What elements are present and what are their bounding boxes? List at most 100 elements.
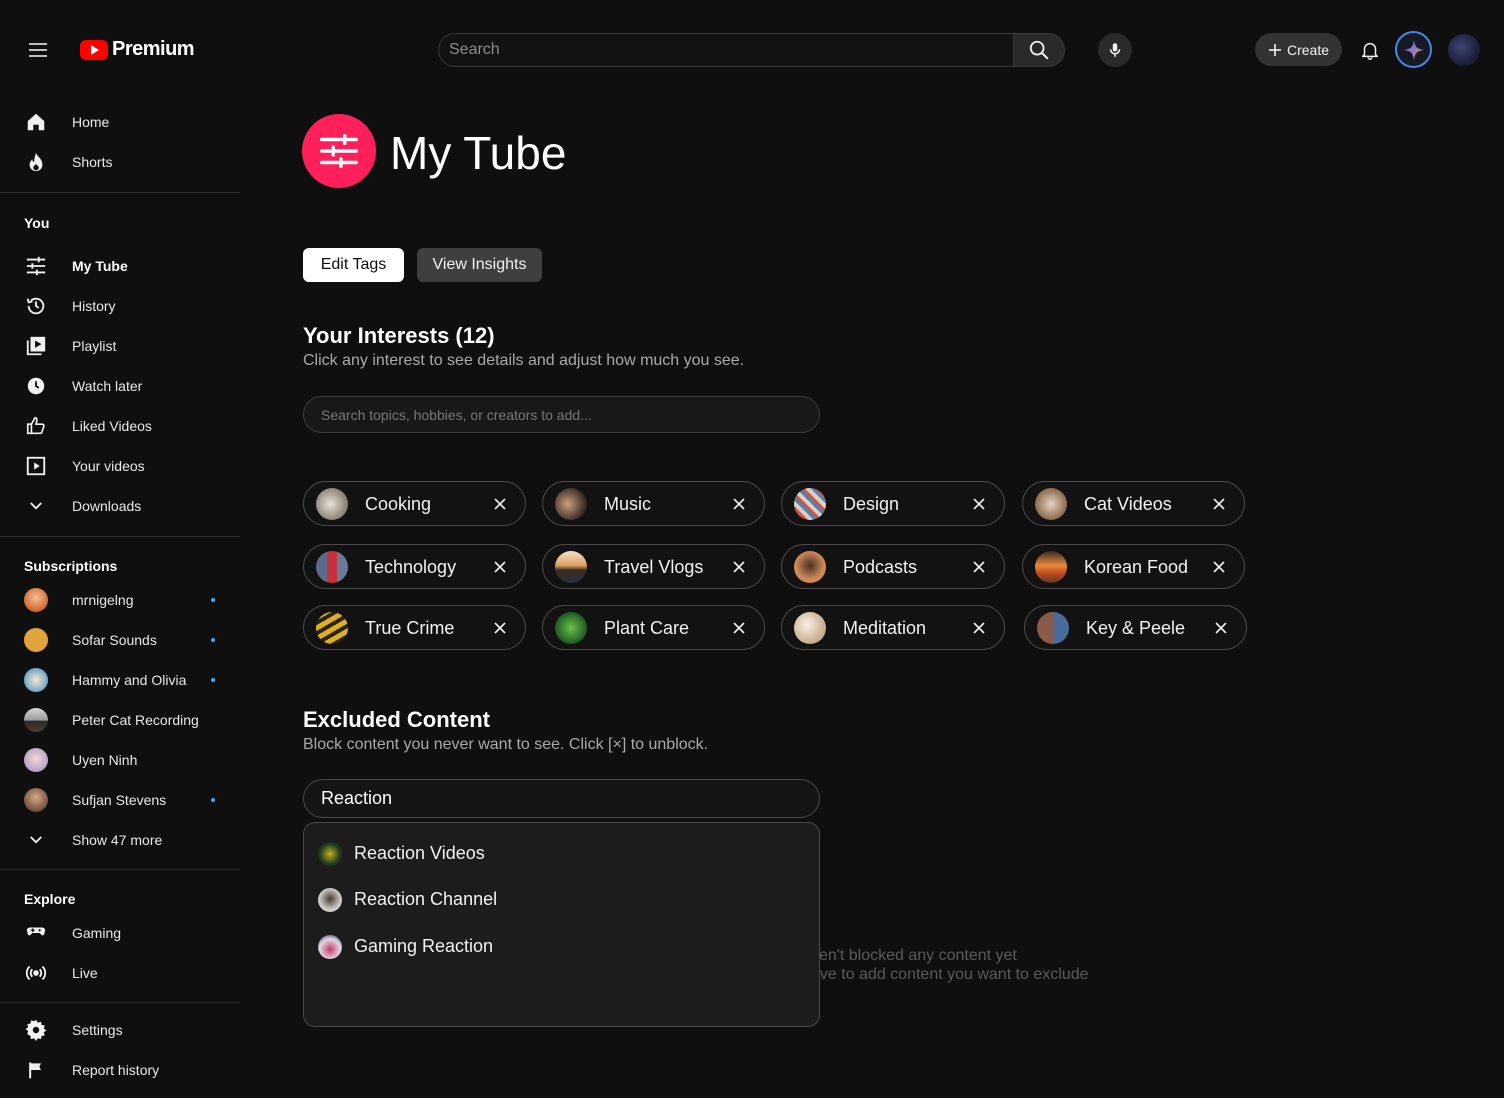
subscription-sofar-sounds[interactable]: Sofar Sounds	[0, 620, 240, 660]
subscription-label: Hammy and Olivia	[72, 672, 187, 688]
close-icon[interactable]	[491, 619, 509, 637]
gamepad-icon	[24, 921, 48, 945]
voice-search-button[interactable]	[1098, 33, 1132, 67]
interest-chip-key-and-peele[interactable]: Key & Peele	[1024, 605, 1247, 650]
sidebar-divider	[0, 536, 240, 537]
subscription-label: Peter Cat Recording	[72, 712, 199, 728]
subscription-sufjan-stevens[interactable]: Sufjan Stevens	[0, 780, 240, 820]
sidebar-item-live[interactable]: Live	[0, 953, 240, 993]
close-icon[interactable]	[1210, 495, 1228, 513]
home-icon	[24, 110, 48, 134]
suggestion-item[interactable]: Reaction Videos	[304, 832, 819, 876]
sidebar-item-your-videos[interactable]: Your videos	[0, 446, 240, 486]
flag-icon	[24, 1058, 48, 1082]
subscription-hammy-and-olivia[interactable]: Hammy and Olivia	[0, 660, 240, 700]
suggestion-item[interactable]: Gaming Reaction	[304, 925, 819, 969]
gemini-button[interactable]	[1395, 31, 1432, 68]
subscription-uyen-ninh[interactable]: Uyen Ninh	[0, 740, 240, 780]
sidebar-item-label: Settings	[72, 1022, 123, 1038]
close-icon[interactable]	[491, 558, 509, 576]
interest-label: Meditation	[843, 618, 927, 638]
interest-label: Design	[843, 494, 900, 514]
interest-chip-meditation[interactable]: Meditation	[781, 605, 1005, 650]
sidebar: Home Shorts You My Tube History Playlist…	[0, 100, 240, 1098]
shorts-icon	[24, 150, 48, 174]
show-more-subscriptions[interactable]: Show 47 more	[0, 820, 240, 860]
interest-image	[555, 488, 587, 520]
interest-chip-korean-food[interactable]: Korean Food	[1022, 544, 1245, 589]
suggestion-label: Reaction Videos	[354, 843, 485, 863]
view-insights-button[interactable]: View Insights	[417, 248, 542, 282]
suggestion-avatar	[318, 935, 342, 959]
chevron-down-icon	[24, 494, 48, 518]
subscription-peter-cat-recording[interactable]: Peter Cat Recording	[0, 700, 240, 740]
sidebar-divider	[0, 1002, 240, 1003]
sidebar-item-playlist[interactable]: Playlist	[0, 326, 240, 366]
interest-chip-cat-videos[interactable]: Cat Videos	[1022, 481, 1245, 526]
bell-icon	[1361, 42, 1379, 60]
youtube-premium-logo[interactable]: Premium	[80, 38, 195, 61]
sidebar-item-settings[interactable]: Settings	[0, 1010, 240, 1050]
empty-state-line-2: ove to add content you want to exclude	[811, 966, 1089, 983]
interest-chip-technology[interactable]: Technology	[303, 544, 526, 589]
sidebar-item-shorts[interactable]: Shorts	[0, 142, 240, 182]
exclude-search-input[interactable]	[303, 779, 820, 818]
close-icon[interactable]	[970, 495, 988, 513]
channel-avatar	[24, 708, 48, 732]
subscription-label: Sofar Sounds	[72, 632, 157, 648]
account-avatar[interactable]	[1448, 34, 1480, 66]
logo-text: Premium	[112, 38, 195, 60]
subscription-label: Sufjan Stevens	[72, 792, 167, 808]
interest-chip-travel-vlogs[interactable]: Travel Vlogs	[542, 544, 765, 589]
interest-chip-true-crime[interactable]: True Crime	[303, 605, 526, 650]
interest-image	[794, 551, 826, 583]
interest-chip-design[interactable]: Design	[781, 481, 1005, 526]
sidebar-item-my-tube[interactable]: My Tube	[0, 246, 240, 286]
new-content-dot	[211, 678, 215, 682]
interest-image	[316, 612, 348, 644]
sidebar-divider	[0, 869, 240, 870]
close-icon[interactable]	[970, 619, 988, 637]
menu-icon[interactable]	[24, 36, 52, 64]
search-bar	[438, 33, 1065, 67]
channel-avatar	[24, 668, 48, 692]
interest-image	[316, 488, 348, 520]
suggestion-item[interactable]: Reaction Channel	[304, 878, 819, 922]
close-icon[interactable]	[970, 558, 988, 576]
search-input[interactable]	[438, 33, 1013, 67]
close-icon[interactable]	[730, 495, 748, 513]
interest-chip-cooking[interactable]: Cooking	[303, 481, 526, 526]
sidebar-item-gaming[interactable]: Gaming	[0, 913, 240, 953]
sidebar-item-watch-later[interactable]: Watch later	[0, 366, 240, 406]
close-icon[interactable]	[730, 558, 748, 576]
sidebar-item-report-history[interactable]: Report history	[0, 1050, 240, 1090]
create-button[interactable]: Create	[1255, 33, 1342, 66]
excluded-subtitle: Block content you never want to see. Cli…	[303, 736, 709, 753]
microphone-icon	[1109, 43, 1121, 57]
new-content-dot	[211, 638, 215, 642]
subscription-mrnigelng[interactable]: mrnigelng	[0, 580, 240, 620]
plus-icon	[1268, 43, 1281, 56]
close-icon[interactable]	[730, 619, 748, 637]
sliders-icon	[24, 254, 48, 278]
interest-chip-music[interactable]: Music	[542, 481, 765, 526]
close-icon[interactable]	[491, 495, 509, 513]
sparkle-icon	[1403, 39, 1424, 60]
edit-tags-button[interactable]: Edit Tags	[303, 248, 404, 282]
interest-image	[316, 551, 348, 583]
notifications-button[interactable]	[1356, 36, 1384, 64]
sidebar-item-home[interactable]: Home	[0, 102, 240, 142]
sidebar-item-history[interactable]: History	[0, 286, 240, 326]
sliders-icon	[320, 133, 358, 169]
search-button[interactable]	[1013, 33, 1065, 67]
sidebar-item-label: Watch later	[72, 378, 143, 394]
sidebar-item-downloads[interactable]: Downloads	[0, 486, 240, 526]
sidebar-item-liked-videos[interactable]: Liked Videos	[0, 406, 240, 446]
close-icon[interactable]	[1212, 619, 1230, 637]
close-icon[interactable]	[1210, 558, 1228, 576]
interest-chip-plant-care[interactable]: Plant Care	[542, 605, 765, 650]
interest-chip-podcasts[interactable]: Podcasts	[781, 544, 1005, 589]
live-icon	[24, 961, 48, 985]
topic-search-input[interactable]	[303, 396, 820, 433]
sidebar-item-label: My Tube	[72, 258, 128, 274]
